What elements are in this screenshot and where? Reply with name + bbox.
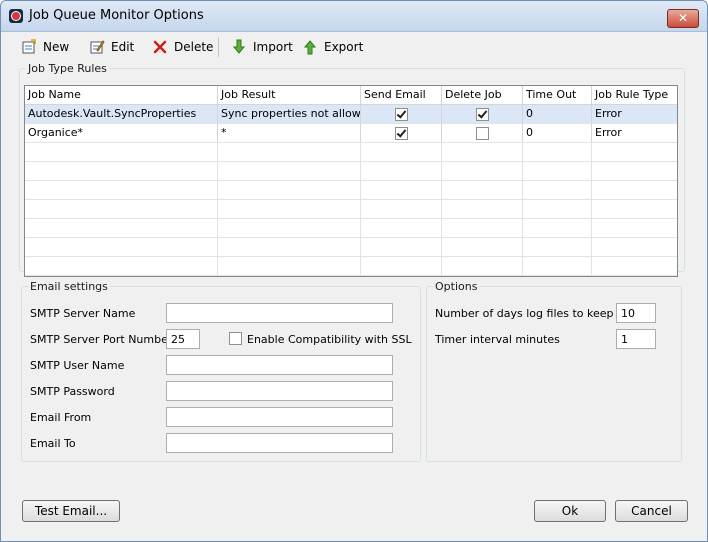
export-icon [303, 40, 317, 55]
cell-job-result: Sync properties not allow… [218, 105, 361, 123]
app-icon [9, 9, 23, 23]
edit-label: Edit [111, 40, 135, 54]
toolbar-separator [218, 37, 219, 57]
grid-divider [441, 143, 442, 276]
new-icon [22, 39, 36, 54]
email-to-input[interactable] [166, 433, 393, 453]
window-title: Job Queue Monitor Options [29, 8, 204, 23]
cell-rule-type: Error [595, 107, 622, 120]
smtp-port-label: SMTP Server Port Number [30, 333, 173, 346]
empty-row [25, 143, 677, 162]
title-bar: Job Queue Monitor Options ✕ [1, 1, 707, 32]
empty-row [25, 257, 677, 276]
dialog-window: Job Queue Monitor Options ✕ New Edit Del… [0, 0, 708, 542]
email-settings-legend: Email settings [30, 280, 108, 293]
export-label: Export [324, 40, 364, 54]
empty-row [25, 238, 677, 257]
table-row[interactable]: Organice* * 0 Error [25, 124, 677, 143]
column-header-job-rule-type[interactable]: Job Rule Type [592, 86, 677, 104]
empty-row [25, 162, 677, 181]
edit-icon [90, 40, 105, 54]
close-button[interactable]: ✕ [667, 9, 699, 28]
edit-button[interactable]: Edit [89, 38, 134, 56]
new-button[interactable]: New [21, 38, 69, 56]
log-days-input[interactable] [616, 303, 656, 323]
grid-divider [217, 143, 218, 276]
column-header-job-name[interactable]: Job Name [25, 86, 218, 104]
options-legend: Options [435, 280, 478, 293]
ok-button[interactable]: Ok [534, 500, 606, 522]
export-button[interactable]: Export [302, 38, 363, 56]
job-type-rules-legend: Job Type Rules [28, 62, 107, 75]
grid-header: Job Name Job Result Send Email Delete Jo… [25, 86, 677, 105]
smtp-password-label: SMTP Password [30, 385, 115, 398]
delete-label: Delete [174, 40, 214, 54]
column-header-time-out[interactable]: Time Out [523, 86, 592, 104]
smtp-server-name-input[interactable] [166, 303, 393, 323]
empty-row [25, 200, 677, 219]
import-button[interactable]: Import [231, 38, 293, 56]
delete-job-checkbox[interactable] [475, 126, 489, 140]
empty-row [25, 219, 677, 238]
import-label: Import [253, 40, 293, 54]
empty-row [25, 181, 677, 200]
grid-divider [591, 143, 592, 276]
cell-delete-job [442, 105, 523, 123]
column-header-delete-job[interactable]: Delete Job [442, 86, 523, 104]
send-email-checkbox[interactable] [394, 126, 408, 140]
grid-divider [360, 143, 361, 276]
cell-send-email [361, 105, 442, 123]
delete-job-checkbox[interactable] [475, 107, 489, 121]
job-rules-grid[interactable]: Job Name Job Result Send Email Delete Jo… [24, 85, 678, 277]
job-type-rules-group: Job Type Rules Job Name Job Result Send … [19, 62, 685, 277]
smtp-server-name-label: SMTP Server Name [30, 307, 136, 320]
delete-button[interactable]: Delete [152, 38, 213, 56]
timer-label: Timer interval minutes [435, 333, 560, 346]
ssl-checkbox[interactable] [229, 332, 242, 345]
column-header-job-result[interactable]: Job Result [218, 86, 361, 104]
cell-time-out: 0 [523, 105, 592, 123]
cell-time-out: 0 [523, 124, 592, 142]
cancel-button[interactable]: Cancel [615, 500, 688, 522]
column-header-send-email[interactable]: Send Email [361, 86, 442, 104]
smtp-user-label: SMTP User Name [30, 359, 125, 372]
test-email-button[interactable]: Test Email... [22, 500, 120, 522]
email-to-label: Email To [30, 437, 76, 450]
cell-job-name: Autodesk.Vault.SyncProperties [25, 105, 218, 123]
cell-rule-type: Error [595, 126, 622, 139]
log-days-label: Number of days log files to keep [435, 307, 614, 320]
smtp-port-input[interactable] [166, 329, 200, 349]
ssl-label[interactable]: Enable Compatibility with SSL [247, 333, 412, 346]
smtp-password-input[interactable] [166, 381, 393, 401]
email-from-input[interactable] [166, 407, 393, 427]
cell-job-name: Organice* [25, 124, 218, 142]
smtp-user-input[interactable] [166, 355, 393, 375]
send-email-checkbox[interactable] [394, 107, 408, 121]
new-label: New [43, 40, 70, 54]
delete-icon [153, 40, 167, 54]
grid-divider [522, 143, 523, 276]
email-from-label: Email From [30, 411, 92, 424]
cell-job-result: * [218, 124, 361, 142]
cell-send-email [361, 124, 442, 142]
cell-delete-job [442, 124, 523, 142]
timer-input[interactable] [616, 329, 656, 349]
table-row[interactable]: Autodesk.Vault.SyncProperties Sync prope… [25, 105, 677, 124]
import-icon [232, 39, 246, 54]
